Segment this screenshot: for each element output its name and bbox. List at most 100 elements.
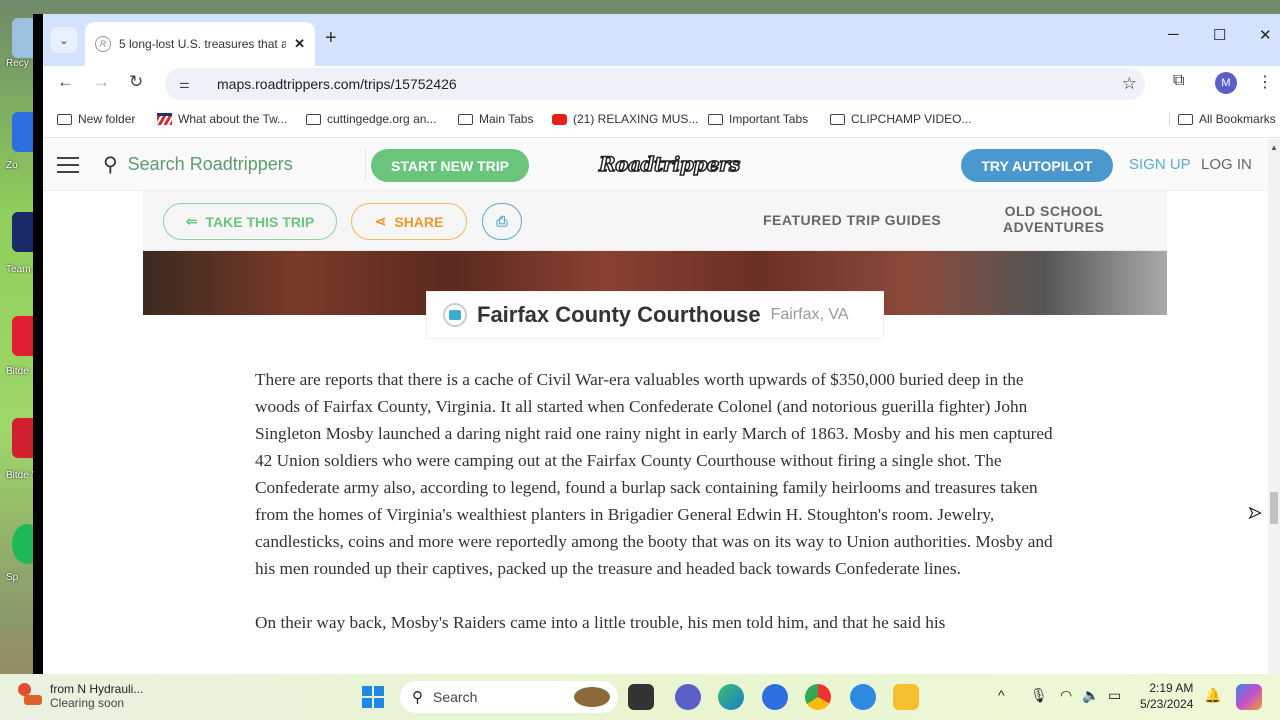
mouse-cursor-icon: ➤	[1247, 505, 1262, 523]
edge-icon[interactable]	[718, 684, 744, 710]
bookmark-label: (21) RELAXING MUS...	[573, 112, 699, 126]
desktop-label: Sp	[6, 572, 19, 583]
browser-window: ⌄ R 5 long-lost U.S. treasures that a ✕ …	[33, 14, 1280, 674]
desktop-label: Recy	[6, 58, 29, 69]
bookmark-item[interactable]: (21) RELAXING MUS...	[552, 112, 698, 126]
camera-icon	[443, 303, 467, 327]
microphone-icon[interactable]: 🎙	[1030, 687, 1048, 704]
search-icon: ⚲	[412, 689, 423, 706]
search-icon: ⚲	[103, 154, 118, 176]
caption-location: Fairfax, VA	[770, 306, 849, 323]
chrome-icon[interactable]	[805, 684, 831, 710]
desktop-label: Zo	[6, 160, 18, 171]
all-bookmarks[interactable]: All Bookmarks	[1169, 112, 1276, 126]
copilot-icon[interactable]	[1236, 684, 1262, 710]
scrollbar-thumb[interactable]	[1270, 492, 1278, 524]
try-autopilot-button[interactable]: TRY AUTOPILOT	[961, 149, 1113, 182]
teams-icon[interactable]	[675, 684, 701, 710]
back-button[interactable]: ←	[57, 72, 74, 92]
site-header: ⚲ Search Roadtrippers START NEW TRIP Roa…	[43, 139, 1268, 191]
task-view-icon[interactable]	[628, 684, 654, 710]
bookmark-item[interactable]: cuttingedge.org an...	[306, 112, 436, 126]
bookmark-label: cuttingedge.org an...	[327, 112, 437, 126]
browser-toolbar: ← → ↻ ⚌ maps.roadtrippers.com/trips/1575…	[43, 66, 1280, 102]
share-button[interactable]: ⋖ SHARE	[351, 203, 467, 240]
tab-active[interactable]: R 5 long-lost U.S. treasures that a ✕	[85, 22, 315, 66]
tab-title: 5 long-lost U.S. treasures that a	[119, 37, 287, 51]
bookmark-label: Important Tabs	[729, 112, 809, 126]
scroll-up-arrow-icon[interactable]: ▲	[1270, 143, 1278, 152]
reload-button[interactable]: ↻	[129, 72, 143, 92]
wifi-icon[interactable]: ◠	[1060, 687, 1072, 704]
new-tab-button[interactable]: +	[325, 27, 337, 50]
bookmark-item[interactable]: CLIPCHAMP VIDEO...	[830, 112, 971, 126]
roadtrippers-favicon-icon: R	[95, 36, 111, 52]
roadtrippers-logo[interactable]: Roadtrippers	[598, 151, 741, 177]
flag-icon	[157, 113, 172, 125]
featured-trip-guides-link[interactable]: FEATURED TRIP GUIDES	[763, 212, 941, 228]
page-scrollbar[interactable]: ▲	[1268, 139, 1280, 674]
clock-date: 5/23/2024	[1140, 697, 1194, 711]
youtube-icon	[552, 113, 567, 125]
extensions-icon[interactable]: ⧉	[1173, 72, 1184, 90]
weather-widget[interactable]: from N Hydrauli... Clearing soon	[18, 682, 143, 710]
url-text[interactable]: maps.roadtrippers.com/trips/15752426	[217, 76, 457, 92]
taskbar-search[interactable]: ⚲ Search	[400, 681, 618, 713]
get-help-icon[interactable]	[850, 684, 876, 710]
bookmark-item[interactable]: Important Tabs	[708, 112, 808, 126]
article-paragraph: There are reports that there is a cache …	[255, 370, 1053, 578]
old-school-adventures-link[interactable]: OLD SCHOOL ADVENTURES	[1003, 203, 1104, 235]
turtle-highlight-icon	[574, 687, 610, 707]
folder-icon	[830, 113, 845, 125]
bookmark-item[interactable]: Main Tabs	[458, 112, 533, 126]
caption-place-name: Fairfax County Courthouse	[477, 302, 761, 327]
windows-start-icon[interactable]	[362, 686, 384, 708]
site-search[interactable]: ⚲ Search Roadtrippers	[103, 152, 293, 177]
sign-up-link[interactable]: SIGN UP	[1129, 156, 1191, 173]
folder-icon	[708, 113, 723, 125]
tab-close-icon[interactable]: ✕	[294, 36, 305, 52]
nav-label: ADVENTURES	[1003, 219, 1105, 235]
page-viewport: ⚲ Search Roadtrippers START NEW TRIP Roa…	[43, 139, 1280, 674]
start-new-trip-button[interactable]: START NEW TRIP	[371, 149, 529, 182]
notification-bell-icon[interactable]: 🔔	[1204, 687, 1221, 704]
forward-button[interactable]: →	[93, 72, 110, 92]
volume-icon[interactable]: 🔈	[1082, 687, 1099, 704]
photo-caption: Fairfax County Courthouse Fairfax, VA	[426, 291, 884, 339]
bookmark-star-icon[interactable]: ☆	[1122, 74, 1137, 94]
maximize-button[interactable]: ☐	[1213, 26, 1226, 44]
tab-strip: ⌄ R 5 long-lost U.S. treasures that a ✕ …	[43, 14, 1280, 66]
folder-icon	[458, 113, 473, 125]
address-bar[interactable]: ⚌ maps.roadtrippers.com/trips/15752426 ☆	[165, 68, 1145, 100]
search-label: Search Roadtrippers	[127, 154, 293, 174]
bookmark-label: CLIPCHAMP VIDEO...	[851, 112, 972, 126]
site-info-icon[interactable]: ⚌	[179, 77, 195, 91]
hamburger-menu-icon[interactable]	[57, 157, 79, 173]
log-in-link[interactable]: LOG IN	[1201, 156, 1252, 173]
bookmark-item[interactable]: New folder	[57, 112, 135, 126]
traffic-alert-icon	[18, 683, 42, 709]
zoom-icon[interactable]	[762, 684, 788, 710]
bookmark-label: All Bookmarks	[1199, 112, 1276, 126]
weather-subtitle: Clearing soon	[50, 696, 125, 710]
bookmarks-bar: New folder What about the Tw... cuttinge…	[43, 102, 1280, 138]
bookmark-item[interactable]: What about the Tw...	[157, 112, 287, 126]
article-body: There are reports that there is a cache …	[255, 366, 1055, 663]
take-trip-label: TAKE THIS TRIP	[205, 213, 315, 230]
battery-icon[interactable]: ▭	[1108, 687, 1121, 704]
file-explorer-icon[interactable]	[893, 684, 919, 710]
take-this-trip-button[interactable]: ⇐ TAKE THIS TRIP	[163, 203, 337, 240]
tab-search-dropdown[interactable]: ⌄	[51, 27, 77, 53]
folder-icon	[57, 113, 72, 125]
close-window-button[interactable]: ✕	[1259, 26, 1272, 44]
share-icon: ⋖	[374, 213, 387, 229]
profile-avatar[interactable]: M	[1215, 72, 1237, 94]
minimize-button[interactable]: ─	[1168, 26, 1179, 43]
divider	[365, 149, 366, 181]
show-hidden-icons-button[interactable]: ^	[998, 687, 1005, 703]
bookmark-label: Main Tabs	[479, 112, 534, 126]
system-clock[interactable]: 2:19 AM 5/23/2024	[1140, 680, 1193, 712]
browser-menu-icon[interactable]: ⋮	[1257, 72, 1273, 92]
bookmark-label: New folder	[78, 112, 136, 126]
print-button[interactable]: ⎙	[482, 203, 522, 240]
